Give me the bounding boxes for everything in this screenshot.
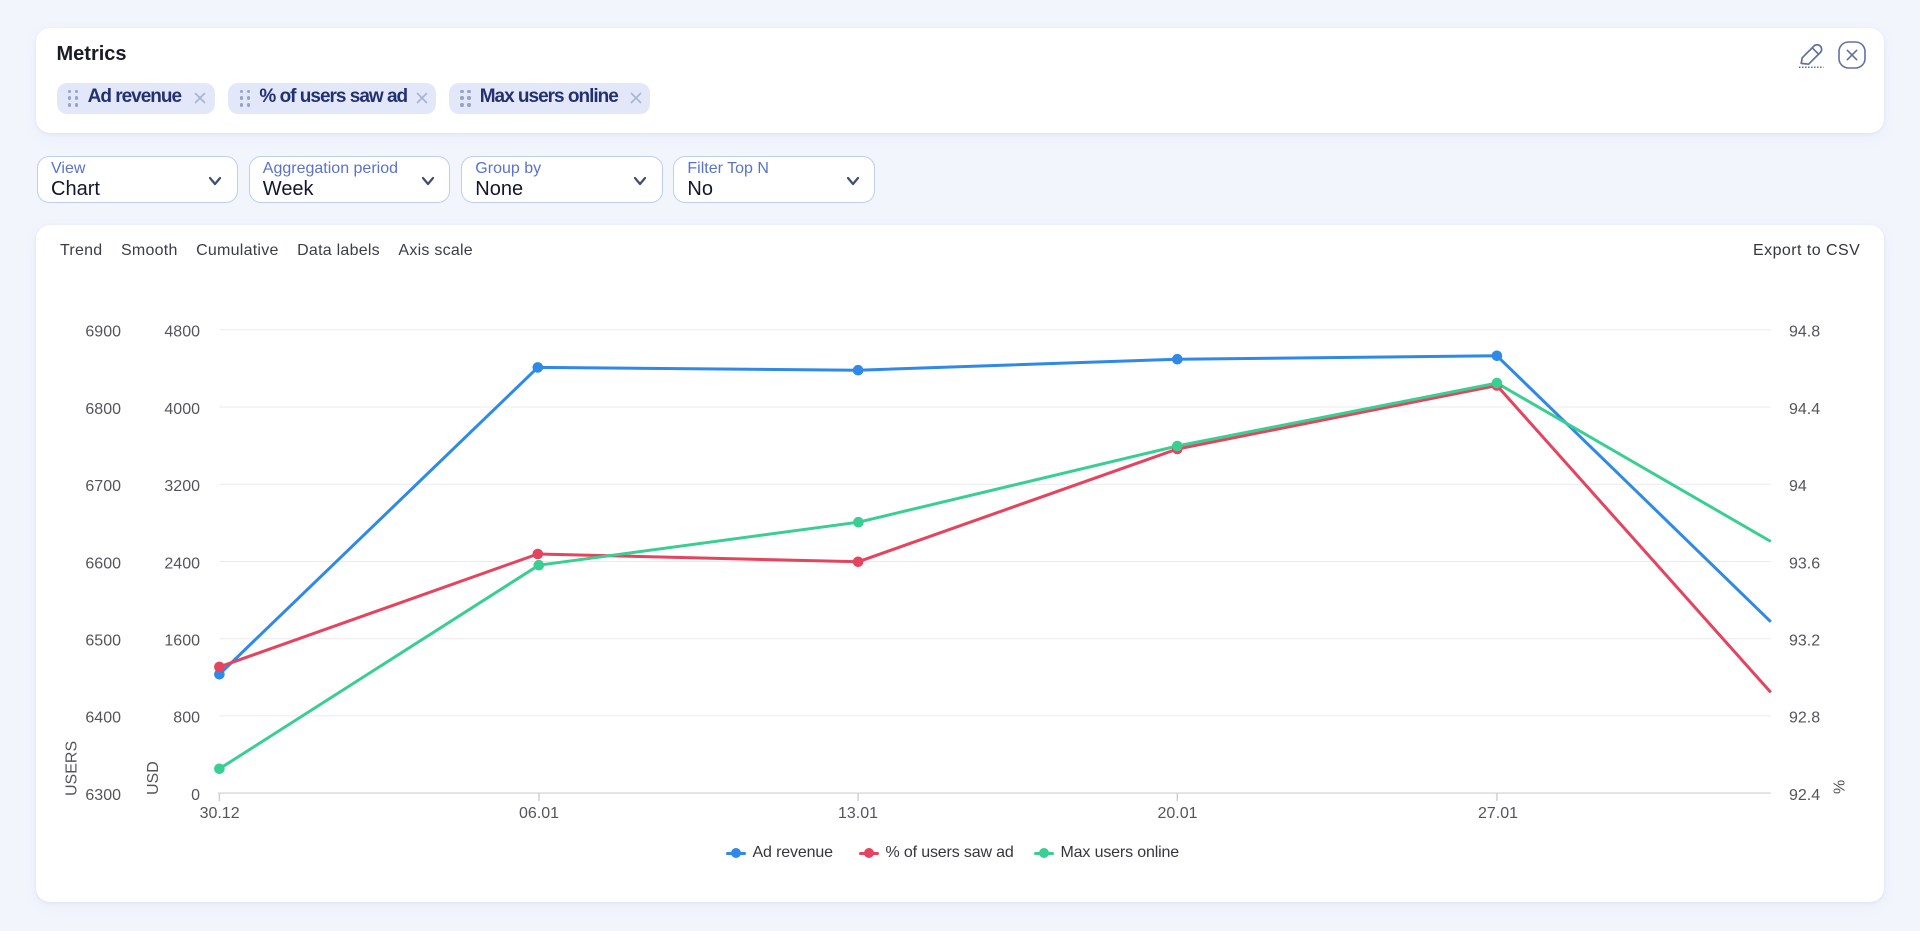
svg-text:6700: 6700 (85, 478, 121, 495)
svg-text:1600: 1600 (164, 633, 200, 650)
svg-text:6900: 6900 (85, 324, 121, 341)
svg-text:94.4: 94.4 (1789, 401, 1820, 418)
svg-text:0: 0 (191, 787, 200, 804)
svg-text:27.01: 27.01 (1478, 805, 1518, 822)
svg-text:%: % (1832, 780, 1849, 794)
svg-text:93.2: 93.2 (1789, 633, 1820, 650)
svg-text:3200: 3200 (164, 478, 200, 495)
svg-text:93.6: 93.6 (1789, 555, 1820, 572)
svg-text:6500: 6500 (85, 633, 121, 650)
svg-text:USD: USD (145, 761, 162, 795)
svg-text:USERS: USERS (64, 741, 81, 796)
svg-text:94.8: 94.8 (1789, 324, 1820, 341)
svg-text:20.01: 20.01 (1157, 805, 1197, 822)
svg-text:4800: 4800 (164, 324, 200, 341)
svg-text:92.4: 92.4 (1789, 787, 1820, 804)
svg-text:6400: 6400 (85, 710, 121, 727)
svg-text:30.12: 30.12 (200, 805, 240, 822)
svg-text:94: 94 (1789, 478, 1807, 495)
svg-text:6800: 6800 (85, 401, 121, 418)
svg-text:2400: 2400 (164, 555, 200, 572)
svg-text:06.01: 06.01 (519, 805, 559, 822)
svg-text:92.8: 92.8 (1789, 710, 1820, 727)
svg-text:6600: 6600 (85, 555, 121, 572)
svg-text:6300: 6300 (85, 787, 121, 804)
svg-text:4000: 4000 (164, 401, 200, 418)
svg-text:800: 800 (173, 710, 200, 727)
svg-text:13.01: 13.01 (838, 805, 878, 822)
